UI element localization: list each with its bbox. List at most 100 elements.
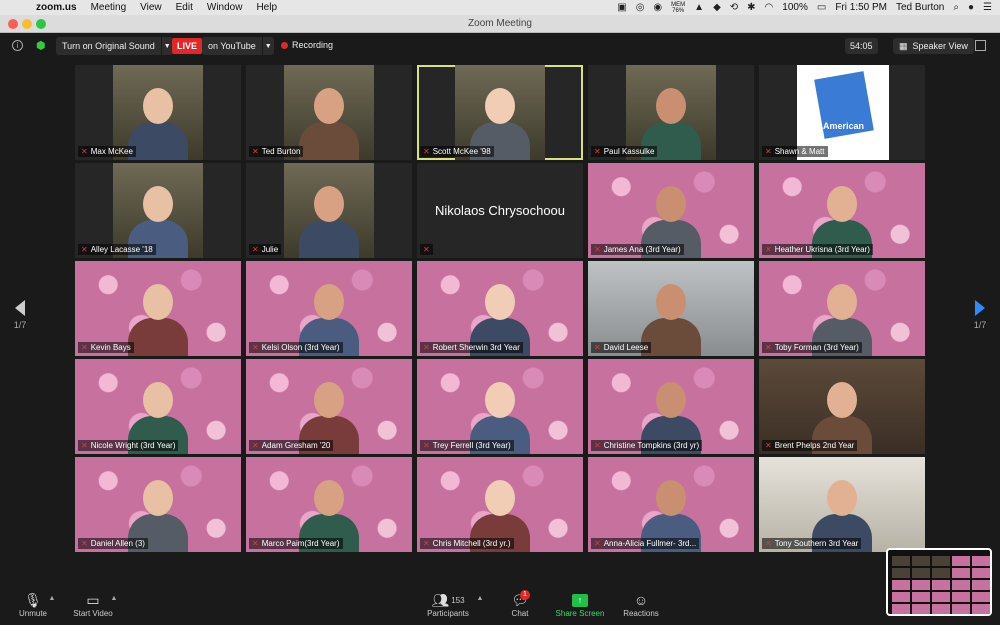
menu-app-name[interactable]: zoom.us [36, 2, 77, 13]
participant-name: Heather Ukrisna (3rd Year) [774, 245, 870, 254]
menu-edit[interactable]: Edit [176, 2, 193, 13]
participant-tile[interactable]: ✕ Heather Ukrisna (3rd Year) [759, 163, 925, 258]
participant-tile[interactable]: ✕ Trey Ferrell (3rd Year) [417, 359, 583, 454]
menu-help[interactable]: Help [256, 2, 277, 13]
participant-tile[interactable]: Nikolaos Chrysochoou ✕ [417, 163, 583, 258]
spotlight-search-icon[interactable]: ⌕ [953, 2, 959, 13]
participant-tile[interactable]: ✕ Ted Burton [246, 65, 412, 160]
window-title: Zoom Meeting [468, 18, 532, 29]
thumbnail-cell [952, 580, 970, 590]
battery-percentage[interactable]: 100% [782, 2, 808, 13]
next-page-button[interactable]: 1/7 [970, 300, 990, 330]
start-video-label: Start Video [73, 609, 113, 618]
dropbox-icon[interactable]: ◆ [713, 2, 721, 13]
memory-status[interactable]: MEM 76% [671, 2, 685, 14]
battery-icon[interactable]: ▭ [817, 2, 826, 13]
original-sound-button[interactable]: Turn on Original Sound ▼ [56, 37, 173, 55]
participant-tile[interactable]: ✕ Scott McKee '98 [417, 65, 583, 160]
reactions-button[interactable]: ☺ Reactions [618, 591, 664, 618]
page-indicator-left: 1/7 [13, 320, 27, 330]
participant-name: Kevin Bays [90, 343, 131, 352]
info-icon[interactable]: i [12, 40, 23, 51]
meeting-timer: 54:05 [845, 38, 878, 54]
muted-microphone-icon: 🎙︎ [24, 591, 42, 608]
participant-tile[interactable]: ✕ Adam Gresham '20 [246, 359, 412, 454]
menu-meeting[interactable]: Meeting [91, 2, 127, 13]
unmute-button[interactable]: 🎙︎ Unmute [14, 591, 52, 619]
participant-tile[interactable]: American ✕ Shawn & Matt [759, 65, 925, 160]
participant-name-tag: ✕ David Leese [591, 342, 652, 353]
recording-indicator[interactable]: Recording [281, 40, 333, 50]
notification-center-icon[interactable]: ☰ [983, 2, 992, 13]
avatar-head [656, 480, 686, 516]
bluetooth-icon[interactable]: ✱ [747, 2, 755, 13]
participant-name: Max McKee [90, 147, 133, 156]
participant-tile[interactable]: ✕ Tony Southern 3rd Year [759, 457, 925, 552]
participant-tile[interactable]: ✕ Alley Lacasse '18 [75, 163, 241, 258]
participant-name: Trey Ferrell (3rd Year) [432, 441, 511, 450]
participant-name: Nicole Wright (3rd Year) [90, 441, 176, 450]
thumbnail-cell [972, 568, 990, 578]
meeting-bottom-toolbar: 🎙︎ Unmute ▲ ▭ Start Video ▲ 👥︎ 153 Partic… [0, 588, 1000, 625]
participant-name-tag: ✕ Heather Ukrisna (3rd Year) [762, 244, 873, 255]
zoom-status-icon[interactable]: ▣ [617, 2, 626, 13]
participant-tile[interactable]: ✕ Julie [246, 163, 412, 258]
participant-tile[interactable]: ✕ Anna-Alicia Fullmer- 3rd... [588, 457, 754, 552]
screen-share-thumbnail[interactable] [886, 548, 992, 616]
fullscreen-icon[interactable] [975, 40, 986, 51]
participant-name-tag: ✕ Christine Tompkins (3rd yr) [591, 440, 703, 451]
previous-page-button[interactable]: 1/7 [10, 300, 30, 330]
participant-tile[interactable]: ✕ Christine Tompkins (3rd yr) [588, 359, 754, 454]
participant-tile[interactable]: ✕ Daniel Allen (3) [75, 457, 241, 552]
participant-name: Adam Gresham '20 [261, 441, 331, 450]
avatar-head [314, 480, 344, 516]
thumbnail-cell [892, 592, 910, 602]
wifi-icon[interactable]: ◠ [765, 2, 774, 13]
participant-name-tag: ✕ Trey Ferrell (3rd Year) [420, 440, 514, 451]
participant-tile[interactable]: ✕ Nicole Wright (3rd Year) [75, 359, 241, 454]
participant-name: Paul Kassulke [603, 147, 655, 156]
menubar-clock[interactable]: Fri 1:50 PM [835, 2, 887, 13]
menu-view[interactable]: View [140, 2, 162, 13]
participants-label: Participants [427, 609, 469, 618]
siri-icon[interactable]: ● [968, 2, 974, 13]
chevron-down-icon[interactable]: ▼ [160, 37, 173, 55]
chevron-down-icon[interactable]: ▼ [261, 37, 274, 55]
sync-icon[interactable]: ◉ [653, 2, 662, 13]
creative-cloud-icon[interactable]: ◎ [636, 2, 645, 13]
participant-tile[interactable]: ✕ Max McKee [75, 65, 241, 160]
time-machine-icon[interactable]: ⟲ [730, 2, 738, 13]
participant-tile[interactable]: ✕ Robert Sherwin 3rd Year [417, 261, 583, 356]
participant-tile[interactable]: ✕ Paul Kassulke [588, 65, 754, 160]
chat-button[interactable]: 💬︎ 1 Chat [504, 590, 536, 618]
participant-tile[interactable]: ✕ Brent Phelps 2nd Year [759, 359, 925, 454]
participant-tile[interactable]: ✕ Chris Mitchell (3rd yr.) [417, 457, 583, 552]
a-box-icon[interactable]: ▲ [694, 2, 704, 13]
participant-name-tag: ✕ Kelsi Olson (3rd Year) [249, 342, 343, 353]
participants-button[interactable]: 👥︎ 153 Participants [420, 591, 476, 619]
chevron-up-icon: ▲ [476, 595, 484, 602]
security-shield-icon[interactable]: ⬢ [36, 39, 47, 52]
menu-window[interactable]: Window [207, 2, 243, 13]
participant-tile[interactable]: ✕ Kevin Bays [75, 261, 241, 356]
muted-microphone-icon: ✕ [423, 147, 430, 156]
participant-tile[interactable]: ✕ David Leese [588, 261, 754, 356]
participant-name-tag: ✕ Max McKee [78, 146, 136, 157]
participant-tile[interactable]: ✕ Kelsi Olson (3rd Year) [246, 261, 412, 356]
live-stream-target-dropdown[interactable]: on YouTube ▼ [202, 37, 274, 55]
speaker-view-button[interactable]: ▦ Speaker View [893, 38, 974, 54]
participant-tile[interactable]: ✕ James Ana (3rd Year) [588, 163, 754, 258]
thumbnail-cell [932, 568, 950, 578]
avatar-body [299, 122, 359, 160]
participant-tile[interactable]: ✕ Marco Paim(3rd Year) [246, 457, 412, 552]
participant-tile[interactable]: ✕ Toby Forman (3rd Year) [759, 261, 925, 356]
muted-microphone-icon: ✕ [765, 441, 772, 450]
muted-microphone-icon: ✕ [594, 343, 601, 352]
participant-avatar [128, 278, 188, 356]
thumbnail-cell [912, 604, 930, 614]
menubar-user[interactable]: Ted Burton [896, 2, 944, 13]
muted-microphone-icon: ✕ [594, 539, 601, 548]
participant-name: Christine Tompkins (3rd yr) [603, 441, 700, 450]
muted-microphone-icon: ✕ [594, 441, 601, 450]
share-screen-button[interactable]: ↑ Share Screen [552, 591, 608, 618]
